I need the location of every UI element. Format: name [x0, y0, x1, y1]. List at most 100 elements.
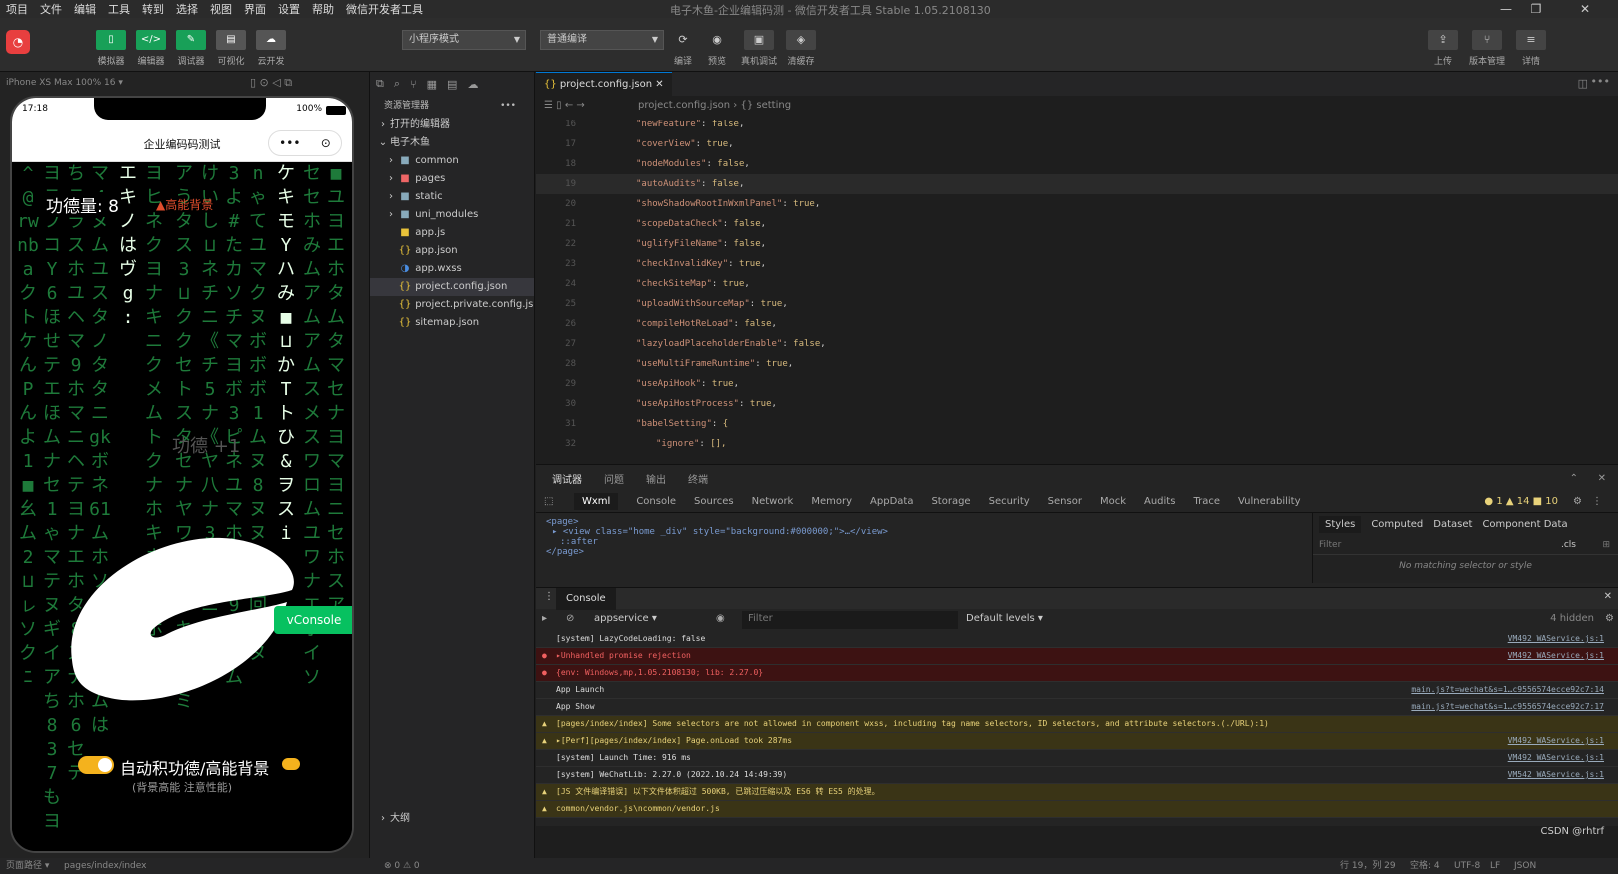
- device-toggle-icon[interactable]: ▯ ⊙ ◁ ⧉: [250, 72, 292, 94]
- code-line[interactable]: 25 "uploadWithSourceMap": true,: [536, 294, 1618, 314]
- console-log-row[interactable]: ● ▸Unhandled promise rejection VM492 WASer…: [536, 648, 1618, 665]
- phone-icon[interactable]: ▯: [96, 30, 126, 50]
- tree-item-uni-modules[interactable]: › ■ uni_modules: [370, 206, 534, 224]
- tab-component-data[interactable]: Component Data: [1482, 519, 1567, 530]
- debug-panel-icon[interactable]: ▤: [447, 78, 457, 91]
- encoding[interactable]: UTF-8: [1454, 858, 1480, 874]
- context-select[interactable]: appservice ▾: [594, 613, 704, 624]
- code-line[interactable]: 29 "useApiHook": true,: [536, 374, 1618, 394]
- upload-button[interactable]: 上传: [1423, 54, 1463, 67]
- log-source-link[interactable]: VM492 WAService.js:1: [1508, 648, 1604, 664]
- code-line[interactable]: 16 "newFeature": false,: [536, 120, 1618, 134]
- extensions-icon[interactable]: ▦: [427, 78, 437, 91]
- maximize-icon[interactable]: ❐: [1522, 0, 1550, 18]
- tab-security[interactable]: Security: [989, 496, 1030, 507]
- tab-audits[interactable]: Audits: [1144, 496, 1175, 507]
- code-line[interactable]: 28 "useMultiFrameRuntime": true,: [536, 354, 1618, 374]
- code-line[interactable]: 30 "useApiHostProcess": true,: [536, 394, 1618, 414]
- tree-item-project-config[interactable]: {} project.config.json: [370, 278, 534, 296]
- console-log-row[interactable]: ● {env: Windows,mp,1.05.2108130; lib: 2.2…: [536, 665, 1618, 682]
- tab-debugger[interactable]: 调试器: [552, 471, 582, 486]
- wooden-fish-icon[interactable]: [62, 530, 302, 710]
- code-line[interactable]: 20 "showShadowRootInWxmlPanel": true,: [536, 194, 1618, 214]
- tab-mock[interactable]: Mock: [1100, 496, 1126, 507]
- tree-item-app-wxss[interactable]: ◑ app.wxss: [370, 260, 534, 278]
- search-icon[interactable]: ⌕: [394, 77, 400, 91]
- console-log-row[interactable]: [system] Launch Time: 916 ms VM492 WAServ…: [536, 750, 1618, 767]
- tab-wxml[interactable]: Wxml: [574, 493, 619, 510]
- version-icon[interactable]: ⑂: [1472, 30, 1502, 50]
- outline-section[interactable]: › 大纲: [370, 810, 535, 828]
- tree-item-project-private[interactable]: {} project.private.config.js...: [370, 296, 534, 314]
- tab-appdata[interactable]: AppData: [870, 496, 913, 507]
- cls-toggle[interactable]: .cls: [1561, 535, 1576, 555]
- clear-icon[interactable]: ◈: [786, 30, 816, 50]
- clear-console-icon[interactable]: ⊘: [566, 613, 574, 624]
- split-editor-icon[interactable]: ◫: [1578, 77, 1588, 90]
- tab-console[interactable]: Console: [636, 496, 676, 507]
- log-source-link[interactable]: VM492 WAService.js:1: [1508, 733, 1604, 749]
- console-log-row[interactable]: ▲ [JS 文件编译错误] 以下文件体积超过 500KB, 已跳过压缩以及 ES6…: [536, 784, 1618, 801]
- files-icon[interactable]: ⧉: [376, 77, 384, 91]
- close-icon[interactable]: ✕: [1604, 591, 1612, 602]
- tab-computed[interactable]: Computed: [1371, 519, 1423, 530]
- more-icon[interactable]: •••: [1591, 75, 1610, 88]
- menu-tools[interactable]: 工具: [102, 1, 136, 17]
- page-path-label[interactable]: 页面路径 ▾: [6, 858, 49, 874]
- code-line[interactable]: 19 "autoAudits": false,: [536, 174, 1618, 194]
- tab-console-drawer[interactable]: Console: [556, 588, 616, 610]
- minimize-icon[interactable]: —: [1492, 0, 1520, 18]
- tree-item-common[interactable]: › ■ common: [370, 152, 534, 170]
- tab-vulnerability[interactable]: Vulnerability: [1238, 496, 1301, 507]
- problems-count[interactable]: ⊗ 0 ⚠ 0: [384, 858, 420, 874]
- details-icon[interactable]: ≡: [1516, 30, 1546, 50]
- console-log-row[interactable]: [system] WeChatLib: 2.27.0 (2022.10.24 1…: [536, 767, 1618, 784]
- tab-storage[interactable]: Storage: [931, 496, 970, 507]
- code-line[interactable]: 21 "scopeDataCheck": false,: [536, 214, 1618, 234]
- wxml-node[interactable]: ::after: [546, 537, 1301, 547]
- code-line[interactable]: 27 "lazyloadPlaceholderEnable": false,: [536, 334, 1618, 354]
- levels-select[interactable]: Default levels ▾: [966, 613, 1043, 624]
- close-icon[interactable]: ✕: [655, 79, 663, 90]
- debugger-button[interactable]: 调试器: [171, 54, 211, 67]
- tab-network[interactable]: Network: [752, 496, 794, 507]
- code-icon[interactable]: </>: [136, 30, 166, 50]
- language-mode[interactable]: JSON: [1514, 858, 1536, 874]
- log-source-link[interactable]: VM542 WAService.js:1: [1508, 767, 1604, 783]
- menu-file[interactable]: 文件: [34, 1, 68, 17]
- more-icon[interactable]: ⋮: [1592, 496, 1602, 507]
- code-line[interactable]: 26 "compileHotReLoad": false,: [536, 314, 1618, 334]
- menu-project[interactable]: 项目: [0, 1, 34, 17]
- tab-problems[interactable]: 问题: [604, 471, 624, 486]
- menu-interface[interactable]: 界面: [238, 1, 272, 17]
- capsule-menu[interactable]: ••• ⊙: [268, 130, 342, 156]
- editor-button[interactable]: 编辑器: [131, 54, 171, 67]
- mode-select[interactable]: 小程序模式 ▼: [402, 30, 526, 50]
- code-line[interactable]: 31 "babelSetting": {: [536, 414, 1618, 434]
- log-source-link[interactable]: main.js?t=wechat&s=1…c9556574ecce92c7:17: [1411, 699, 1604, 715]
- tab-trace[interactable]: Trace: [1193, 496, 1220, 507]
- close-icon[interactable]: ✕: [1552, 0, 1618, 18]
- eye-icon[interactable]: ◉: [702, 30, 732, 50]
- visual-icon[interactable]: ▤: [216, 30, 246, 50]
- close-icon[interactable]: ✕: [1598, 473, 1606, 484]
- tab-styles[interactable]: Styles: [1319, 515, 1362, 533]
- more-icon[interactable]: •••: [279, 136, 300, 150]
- menu-help[interactable]: 帮助: [306, 1, 340, 17]
- menu-goto[interactable]: 转到: [136, 1, 170, 17]
- vconsole-button[interactable]: vConsole: [274, 606, 352, 634]
- tab-dataset[interactable]: Dataset: [1433, 519, 1472, 530]
- cloud-icon[interactable]: ☁: [256, 30, 286, 50]
- cursor-position[interactable]: 行 19，列 29: [1340, 858, 1396, 874]
- add-icon[interactable]: ⊞: [1602, 535, 1610, 555]
- log-source-link[interactable]: main.js?t=wechat&s=1…c9556574ecce92c7:14: [1411, 682, 1604, 698]
- device-select[interactable]: iPhone XS Max 100% 16 ▾ ▯ ⊙ ◁ ⧉: [0, 72, 369, 94]
- simulator-button[interactable]: 模拟器: [91, 54, 131, 67]
- tab-sensor[interactable]: Sensor: [1048, 496, 1082, 507]
- code-area[interactable]: 16 "newFeature": false, 17 "coverView": tru…: [536, 120, 1618, 464]
- avatar[interactable]: ◔: [6, 30, 30, 54]
- eye-icon[interactable]: ◉: [716, 613, 725, 624]
- menu-select[interactable]: 选择: [170, 1, 204, 17]
- console-filter-input[interactable]: Filter: [742, 611, 958, 629]
- upload-icon[interactable]: ⇪: [1428, 30, 1458, 50]
